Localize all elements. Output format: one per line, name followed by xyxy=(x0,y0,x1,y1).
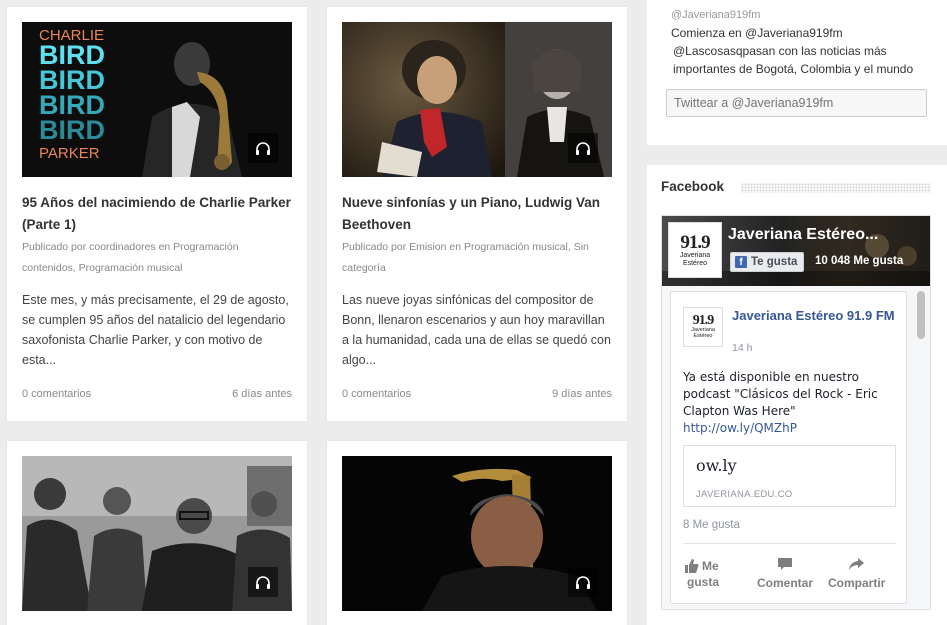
post-title[interactable]: 95 Años del nacimiendo de Charlie Parker… xyxy=(22,192,292,236)
post-like-count[interactable]: 8 Me gusta xyxy=(683,519,740,531)
post-thumbnail[interactable]: CHARLIE BIRD BIRD BIRD BIRD PARKER xyxy=(22,22,292,177)
comment-label: Comentar xyxy=(757,576,814,590)
post-body: Ya está disponible en nuestro podcast "C… xyxy=(683,370,878,418)
logo-text-1: Javeriana xyxy=(679,252,711,260)
logo-number: 91.9 xyxy=(692,313,714,329)
post-avatar[interactable]: 91.9 Javeriana Estéreo xyxy=(683,307,723,347)
tweet-line-body: @Lascosasqpasan con las noticias más imp… xyxy=(673,44,914,76)
facebook-section: Facebook 91.9 Javeriana Estéreo Javerian… xyxy=(647,165,947,625)
facebook-page-plugin: 91.9 Javeriana Estéreo Javeriana Estéreo… xyxy=(661,215,931,610)
post-title[interactable]: Nueve sinfonías y un Piano, Ludwig Van B… xyxy=(342,192,612,236)
post-date: 9 días antes xyxy=(552,388,612,400)
headphones-icon[interactable] xyxy=(568,133,598,163)
comments-link[interactable]: 0 comentarios xyxy=(342,388,411,400)
fb-like-button[interactable]: f Te gusta xyxy=(730,252,805,272)
facebook-f-icon: f xyxy=(735,256,747,268)
tweet-header-cut: @Javeriana919fm xyxy=(671,9,761,21)
comment-icon xyxy=(778,558,792,570)
post-date: 6 días antes xyxy=(232,388,292,400)
post-card: Nueve sinfonías y un Piano, Ludwig Van B… xyxy=(327,7,627,421)
fb-page-name[interactable]: Javeriana Estéreo... xyxy=(728,226,878,244)
comments-link[interactable]: 0 comentarios xyxy=(22,388,91,400)
tweet-line-prefix: Comienza en @Javeriana919fm xyxy=(671,26,843,40)
fb-post: 91.9 Javeriana Estéreo Javeriana Estéreo… xyxy=(670,291,907,604)
post-time[interactable]: 14 h xyxy=(732,342,752,354)
comment-action-button[interactable]: Comentar xyxy=(757,558,813,591)
post-footer: 0 comentarios 9 días antes xyxy=(342,388,612,400)
post-footer: 0 comentarios 6 días antes xyxy=(22,388,292,400)
link-title: ow.ly xyxy=(696,456,737,475)
page-logo[interactable]: 91.9 Javeriana Estéreo xyxy=(668,222,722,278)
link-domain: JAVERIANA.EDU.CO xyxy=(696,489,793,500)
post-link[interactable]: http://ow.ly/QMZhP xyxy=(683,421,797,435)
post-card xyxy=(327,441,627,625)
thumbs-up-icon xyxy=(685,559,699,573)
divider xyxy=(683,543,896,544)
post-card xyxy=(7,441,307,625)
headphones-icon[interactable] xyxy=(568,567,598,597)
post-excerpt: Este mes, y más precisamente, el 29 de a… xyxy=(22,293,289,367)
post-thumbnail[interactable] xyxy=(22,456,292,611)
fb-like-count: 10 048 Me gusta xyxy=(815,255,904,267)
logo-number: 91.9 xyxy=(680,232,710,254)
tweet-input[interactable] xyxy=(666,89,927,117)
scrollbar[interactable] xyxy=(917,291,925,339)
section-title: Facebook xyxy=(661,179,725,194)
post-thumbnail[interactable] xyxy=(342,456,612,611)
headphones-icon[interactable] xyxy=(248,133,278,163)
like-action-button[interactable]: Me gusta xyxy=(685,558,719,590)
twitter-widget: @Javeriana919fm Comienza en @Javeriana91… xyxy=(647,0,947,145)
cover-word: BIRD xyxy=(39,115,105,145)
share-icon xyxy=(849,558,865,570)
post-text: Ya está disponible en nuestro podcast "C… xyxy=(683,369,901,437)
logo-text-2: Estéreo xyxy=(682,259,708,267)
like-button-label: Te gusta xyxy=(751,256,798,268)
post-card: CHARLIE BIRD BIRD BIRD BIRD PARKER 95 Añ… xyxy=(7,7,307,421)
fb-cover[interactable]: 91.9 Javeriana Estéreo Javeriana Estéreo… xyxy=(662,216,930,286)
cover-bottom-text: PARKER xyxy=(39,145,100,162)
post-meta: Publicado por coordinadores en Programac… xyxy=(22,241,239,274)
post-excerpt: Las nueve joyas sinfónicas del composito… xyxy=(342,293,611,367)
post-author[interactable]: Javeriana Estéreo 91.9 FM xyxy=(732,307,897,324)
post-meta: Publicado por Emision en Programación mu… xyxy=(342,241,589,274)
like-label-2: gusta xyxy=(687,575,720,589)
logo-text-2: Estéreo xyxy=(693,333,713,339)
share-action-button[interactable]: Compartir xyxy=(828,558,885,591)
link-preview-card[interactable]: ow.ly JAVERIANA.EDU.CO xyxy=(683,445,896,507)
title-dots xyxy=(741,183,931,193)
share-label: Compartir xyxy=(828,576,886,590)
like-label-1: Me xyxy=(702,559,719,573)
post-thumbnail[interactable] xyxy=(342,22,612,177)
tweet-text: @Javeriana919fm Comienza en @Javeriana91… xyxy=(671,1,926,78)
headphones-icon[interactable] xyxy=(248,567,278,597)
